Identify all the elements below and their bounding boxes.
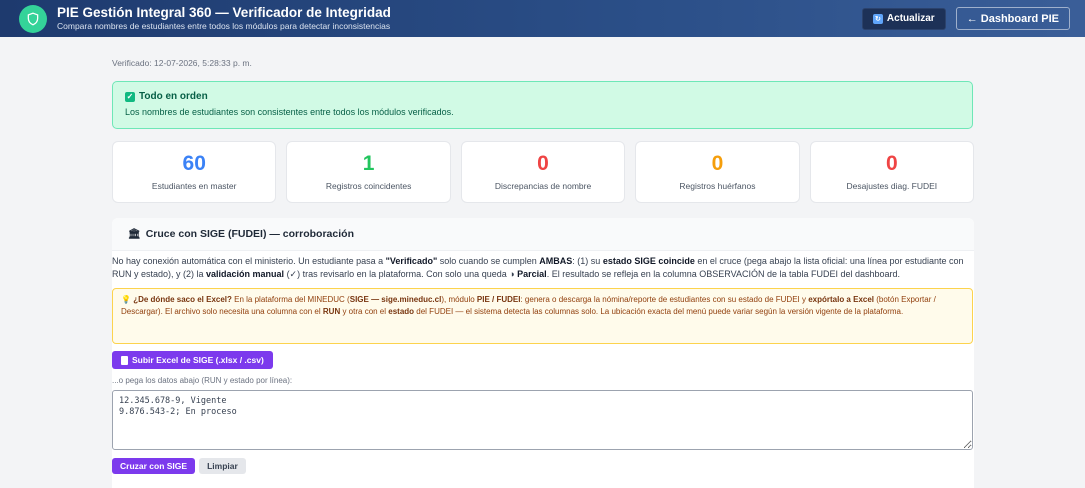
refresh-label: Actualizar [886,13,935,24]
stats-row: 60 Estudiantes en master 1 Registros coi… [112,141,975,203]
status-text: Los nombres de estudiantes son consisten… [125,107,454,117]
stat-value: 0 [537,152,549,175]
stat-value: 1 [362,152,375,175]
sige-description: No hay conexión automática con el minist… [112,256,964,279]
sige-title: Cruce con SIGE (FUDEI) — corroboración [145,228,354,240]
lightbulb-icon: 💡 [121,295,131,304]
stat-card-students: 60 Estudiantes en master [112,141,277,203]
refresh-button[interactable]: ↻ Actualizar [861,7,946,30]
sige-panel: 🏛 Cruce con SIGE (FUDEI) — corroboración… [112,218,974,488]
shield-icon [19,4,47,33]
upload-excel-button[interactable]: Subir Excel de SIGE (.xlsx / .csv) [112,351,273,369]
app-subtitle: Compara nombres de estudiantes entre tod… [57,21,391,31]
stat-label: Discrepancias de nombre [494,181,592,191]
status-banner: ✓ Todo en orden Los nombres de estudiant… [112,81,973,129]
stat-card-fudei-mismatch: 0 Desajustes diag. FUDEI [809,141,975,203]
status-title: Todo en orden [139,91,208,102]
stat-label: Registros huérfanos [679,181,756,191]
paste-label: ...o pega los datos abajo (RUN y estado … [112,376,293,385]
stat-value: 0 [885,152,898,175]
upload-label: Subir Excel de SIGE (.xlsx / .csv) [132,355,264,365]
excel-hint: 💡 ¿De dónde saco el Excel? En la platafo… [112,288,973,344]
dashboard-button[interactable]: ← Dashboard PIE [955,7,1070,30]
verified-timestamp: Verificado: 12-07-2026, 5:28:33 p. m. [112,58,252,68]
stat-value: 60 [182,152,206,175]
action-buttons: Cruzar con SIGE Limpiar [112,458,974,474]
stat-label: Registros coincidentes [325,181,412,191]
top-bar: PIE Gestión Integral 360 — Verificador d… [0,0,1085,37]
paste-textarea[interactable]: 12.345.678-9, Vigente 9.876.543-2; En pr… [112,390,973,450]
stat-label: Desajustes diag. FUDEI [846,181,938,191]
stat-value: 0 [711,152,724,175]
stat-card-matches: 1 Registros coincidentes [286,141,451,203]
refresh-icon: ↻ [872,13,883,24]
stat-card-discrepancies: 0 Discrepancias de nombre [460,141,626,203]
cross-sige-button[interactable]: Cruzar con SIGE [112,458,196,474]
bank-icon: 🏛 [128,228,141,240]
clear-button[interactable]: Limpiar [199,458,246,474]
check-icon: ✓ [125,91,135,102]
app-title: PIE Gestión Integral 360 — Verificador d… [57,5,391,20]
stat-label: Estudiantes en master [151,181,237,191]
stat-card-orphans: 0 Registros huérfanos [635,141,800,203]
document-icon [121,355,128,365]
